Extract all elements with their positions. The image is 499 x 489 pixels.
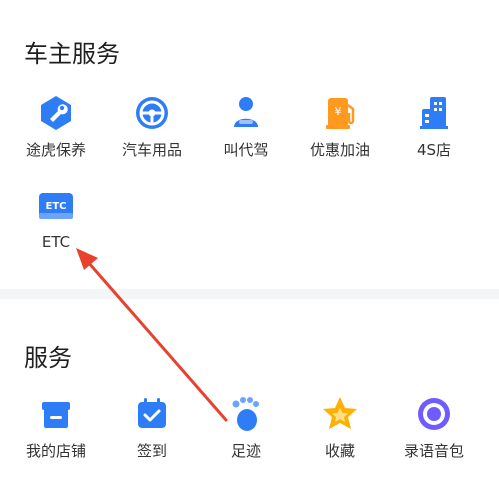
service-item-label: 汽车用品 xyxy=(121,141,182,159)
service-item-label: 收藏 xyxy=(324,442,355,460)
service-item-label: 途虎保养 xyxy=(25,141,86,159)
record-icon xyxy=(414,394,454,434)
service-item-designated-driver[interactable]: 叫代驾 xyxy=(198,93,294,173)
wrench-hexagon-icon xyxy=(36,93,76,133)
footprint-icon xyxy=(226,394,266,434)
section-divider xyxy=(0,289,499,299)
service-item-label: ETC xyxy=(41,233,71,251)
service-item-fuel-discount[interactable]: ¥ 优惠加油 xyxy=(292,93,388,173)
service-item-check-in[interactable]: 签到 xyxy=(104,394,200,474)
fuel-pump-icon: ¥ xyxy=(320,93,360,133)
car-owner-services-section: 车主服务 途虎保养 汽车用品 叫代驾 ¥ 优惠加油 4S店 ETC ETC xyxy=(0,0,499,289)
service-item-favorites[interactable]: 收藏 xyxy=(292,394,388,474)
service-item-label: 录语音包 xyxy=(403,442,464,460)
service-item-my-store[interactable]: 我的店铺 xyxy=(8,394,104,474)
service-item-label: 签到 xyxy=(136,442,167,460)
building-icon xyxy=(414,93,454,133)
service-item-4s-store[interactable]: 4S店 xyxy=(386,93,482,173)
services-title: 服务 xyxy=(24,344,72,372)
service-item-footprints[interactable]: 足迹 xyxy=(198,394,294,474)
service-item-etc[interactable]: ETC ETC xyxy=(8,187,104,267)
service-item-car-supplies[interactable]: 汽车用品 xyxy=(104,93,200,173)
service-item-label: 优惠加油 xyxy=(309,141,370,159)
service-item-label: 足迹 xyxy=(230,442,261,460)
store-icon xyxy=(36,394,76,434)
service-item-label: 我的店铺 xyxy=(25,442,86,460)
service-item-tuhu-maintenance[interactable]: 途虎保养 xyxy=(8,93,104,173)
calendar-check-icon xyxy=(132,394,172,434)
services-section: 服务 我的店铺 签到 足迹 收藏 录语音包 xyxy=(0,299,499,489)
etc-card-icon: ETC xyxy=(36,187,76,227)
car-owner-services-title: 车主服务 xyxy=(24,40,120,68)
svg-text:¥: ¥ xyxy=(335,105,342,118)
steering-wheel-icon xyxy=(132,93,172,133)
driver-icon xyxy=(226,93,266,133)
service-item-record-voice[interactable]: 录语音包 xyxy=(386,394,482,474)
service-item-label: 叫代驾 xyxy=(223,141,269,159)
star-icon xyxy=(320,394,360,434)
svg-text:ETC: ETC xyxy=(46,201,67,212)
service-item-label: 4S店 xyxy=(416,141,452,159)
